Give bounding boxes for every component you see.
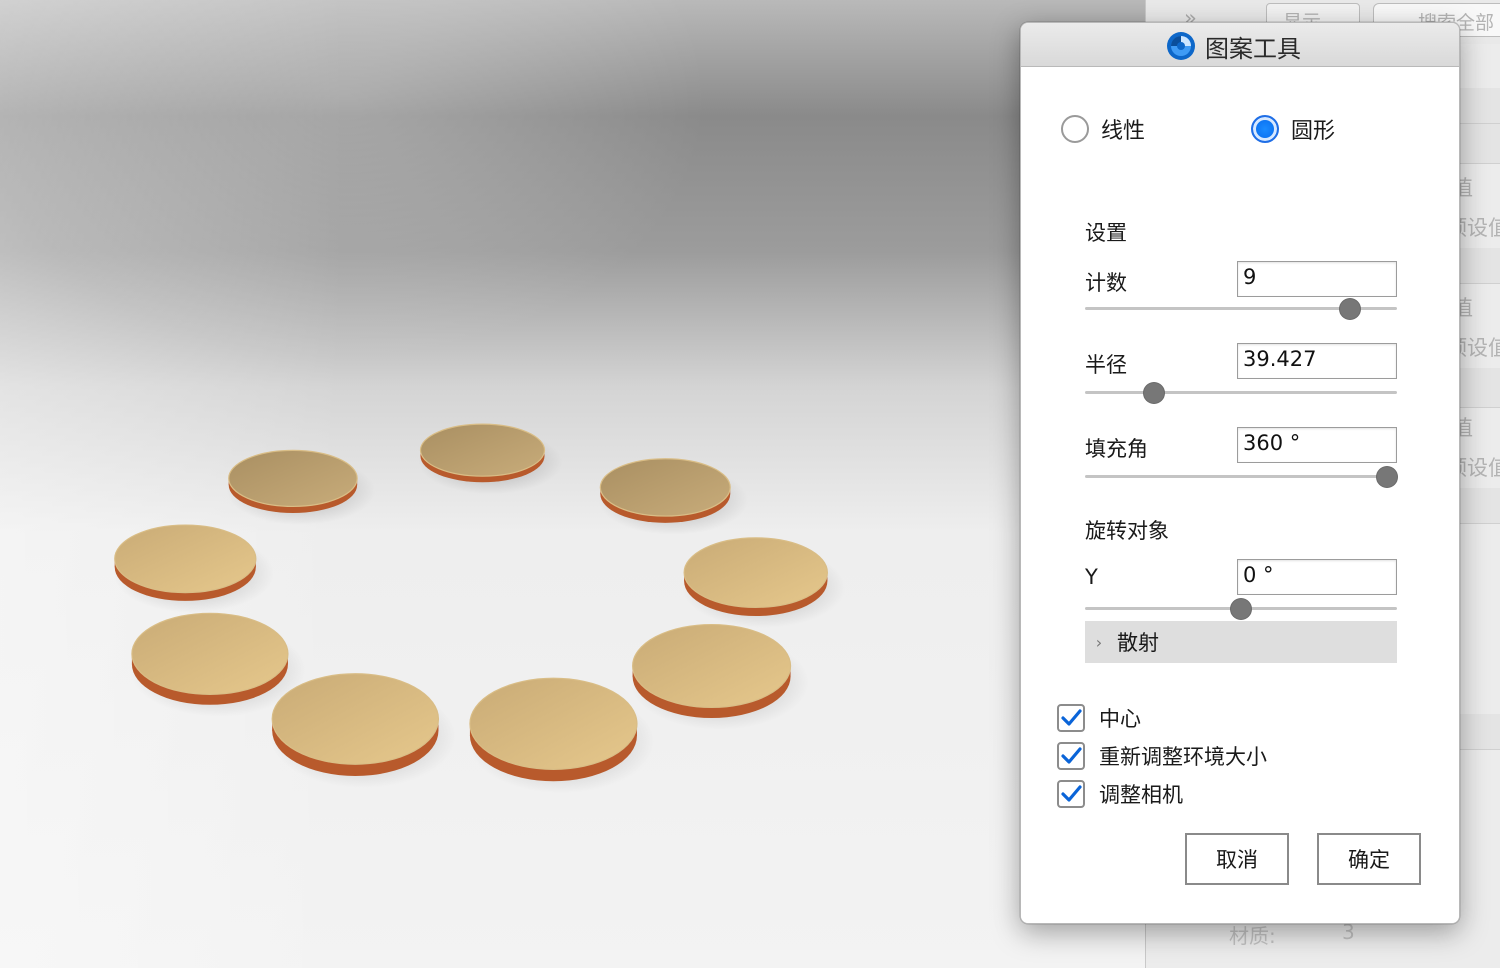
cancel-button[interactable]: 取消 bbox=[1185, 833, 1289, 885]
center-checkbox[interactable] bbox=[1057, 704, 1085, 732]
y-label: Y bbox=[1085, 565, 1098, 589]
ok-button[interactable]: 确定 bbox=[1317, 833, 1421, 885]
resize-environment-option[interactable]: 重新调整环境大小 bbox=[1057, 741, 1267, 771]
circular-radio[interactable] bbox=[1251, 115, 1279, 143]
count-input[interactable]: 9 bbox=[1237, 261, 1397, 297]
disc-object[interactable] bbox=[226, 449, 376, 526]
adjust-camera-option[interactable]: 调整相机 bbox=[1057, 779, 1183, 809]
disc-object[interactable] bbox=[598, 458, 749, 535]
radius-label: 半径 bbox=[1085, 353, 1127, 377]
scatter-label: 散射 bbox=[1117, 631, 1159, 655]
disc-object[interactable] bbox=[467, 677, 655, 794]
radius-slider-track bbox=[1085, 391, 1397, 394]
circular-label: 圆形 bbox=[1291, 119, 1336, 144]
linear-label: 线性 bbox=[1101, 119, 1146, 144]
radius-slider-knob[interactable] bbox=[1143, 383, 1164, 403]
y-slider-knob[interactable] bbox=[1231, 599, 1251, 619]
checkmark-icon bbox=[1061, 785, 1082, 802]
linear-radio[interactable] bbox=[1061, 115, 1089, 143]
adjust-camera-label: 调整相机 bbox=[1099, 783, 1183, 807]
fill-angle-input[interactable]: 360 ° bbox=[1237, 427, 1397, 463]
radius-slider[interactable] bbox=[1085, 381, 1397, 405]
fill-angle-slider-knob[interactable] bbox=[1377, 467, 1397, 487]
radius-input[interactable]: 39.427 bbox=[1237, 343, 1397, 379]
count-label: 计数 bbox=[1085, 271, 1127, 295]
checkmark-icon bbox=[1061, 709, 1082, 726]
dialog-title: 图案工具 bbox=[1205, 35, 1301, 63]
settings-heading: 设置 bbox=[1085, 221, 1127, 245]
fill-angle-label: 填充角 bbox=[1085, 437, 1148, 461]
pattern-tool-dialog: 图案工具 线性 圆形 设置 计数 9 半径 39.427 填充角 360 ° 旋… bbox=[1020, 22, 1460, 924]
resize-environment-checkbox[interactable] bbox=[1057, 742, 1085, 770]
circular-option[interactable]: 圆形 bbox=[1251, 113, 1335, 145]
keyshot-logo-icon bbox=[1167, 32, 1195, 60]
fill-angle-slider[interactable] bbox=[1085, 465, 1397, 489]
render-viewport[interactable] bbox=[0, 0, 1145, 968]
disc-object[interactable] bbox=[418, 423, 563, 495]
disc-object[interactable] bbox=[630, 623, 809, 731]
disc-object[interactable] bbox=[270, 673, 457, 788]
chevron-right-icon: › bbox=[1095, 632, 1103, 652]
dialog-content: 线性 圆形 设置 计数 9 半径 39.427 填充角 360 ° 旋转对象 Y… bbox=[1021, 67, 1459, 923]
count-slider-knob[interactable] bbox=[1340, 299, 1361, 319]
rotate-heading: 旋转对象 bbox=[1085, 519, 1169, 543]
checkmark-icon bbox=[1061, 747, 1082, 764]
y-input[interactable]: 0 ° bbox=[1237, 559, 1397, 595]
center-option[interactable]: 中心 bbox=[1057, 703, 1141, 733]
material-label: 材质: bbox=[1229, 924, 1276, 948]
disc-object[interactable] bbox=[112, 524, 274, 613]
y-slider[interactable] bbox=[1085, 597, 1397, 621]
resize-environment-label: 重新调整环境大小 bbox=[1099, 745, 1267, 769]
scatter-expander[interactable]: › 散射 bbox=[1085, 621, 1397, 663]
linear-option[interactable]: 线性 bbox=[1061, 113, 1145, 145]
adjust-camera-checkbox[interactable] bbox=[1057, 780, 1085, 808]
fill-angle-slider-track bbox=[1085, 475, 1397, 478]
center-label: 中心 bbox=[1099, 707, 1141, 731]
dialog-titlebar[interactable]: 图案工具 bbox=[1021, 23, 1459, 67]
disc-pattern-scene bbox=[112, 423, 846, 794]
disc-object[interactable] bbox=[682, 537, 846, 628]
count-slider[interactable] bbox=[1085, 297, 1397, 321]
